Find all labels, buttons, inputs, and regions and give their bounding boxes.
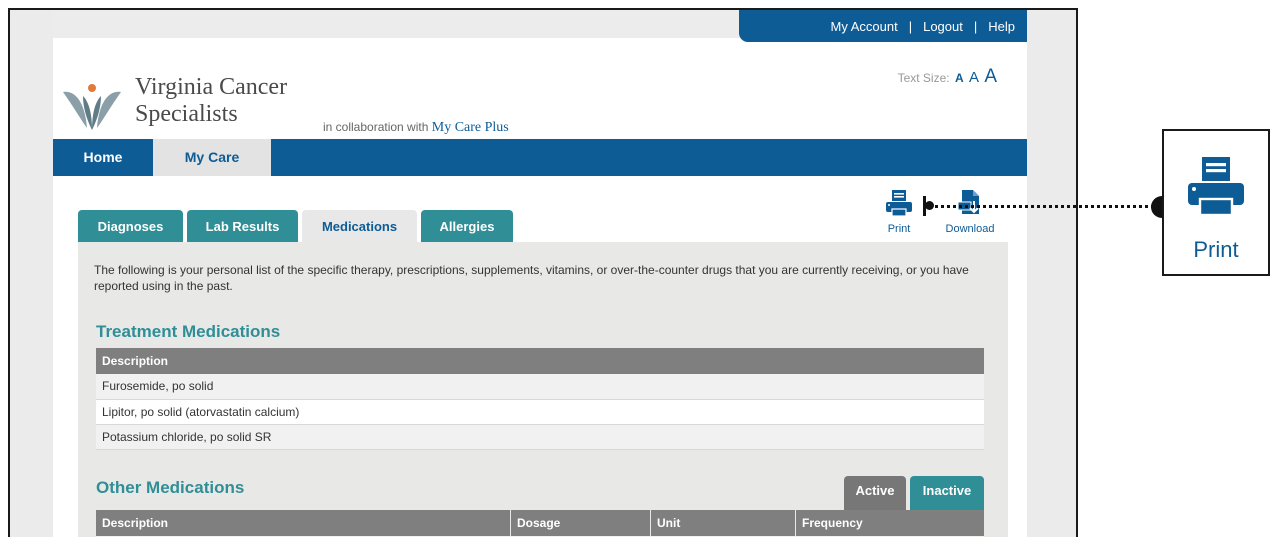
table-cell: Lipitor, po solid (atorvastatin calcium) — [96, 399, 984, 425]
column-header-unit[interactable]: Unit — [651, 510, 796, 536]
collab-brand: My Care Plus — [431, 120, 509, 135]
download-label: Download — [945, 223, 995, 235]
column-header-description[interactable]: Description — [96, 510, 511, 536]
my-account-link[interactable]: My Account — [831, 19, 898, 34]
collaboration-note: in collaboration with My Care Plus — [323, 120, 509, 136]
column-header-dosage[interactable]: Dosage — [511, 510, 651, 536]
table-cell: Furosemide, po solid — [96, 374, 984, 400]
column-header-description[interactable]: Description — [96, 348, 984, 374]
other-medications-table-header: Description Dosage Unit Frequency — [96, 510, 984, 536]
account-bar: My Account | Logout | Help — [739, 10, 1027, 42]
printer-icon — [1188, 157, 1244, 217]
treatment-medications-title: Treatment Medications — [96, 322, 281, 341]
text-size-control: Text Size: A A A — [898, 66, 997, 88]
tab-diagnoses[interactable]: Diagnoses — [78, 210, 183, 242]
tab-allergies[interactable]: Allergies — [421, 210, 513, 242]
screenshot-frame: My Account | Logout | Help Virginia Canc… — [8, 8, 1078, 537]
help-link[interactable]: Help — [988, 19, 1015, 34]
print-button[interactable]: Print — [881, 188, 917, 235]
treatment-medications-table: Description Furosemide, po solid Lipitor… — [96, 348, 984, 450]
nav-home[interactable]: Home — [53, 139, 153, 176]
collab-prefix: in collaboration with — [323, 120, 429, 134]
text-size-small-button[interactable]: A — [955, 71, 964, 85]
download-button[interactable]: Download — [939, 188, 1001, 235]
table-row: Potassium chloride, po solid SR — [96, 424, 984, 450]
account-separator: | — [908, 18, 913, 34]
main-nav: Home My Care — [53, 139, 1027, 176]
tab-medications[interactable]: Medications — [302, 210, 417, 242]
status-tab-inactive[interactable]: Inactive — [910, 476, 984, 510]
logo-text-line2: Specialists — [135, 101, 238, 127]
portal-page: My Account | Logout | Help Virginia Canc… — [53, 10, 1027, 537]
logout-link[interactable]: Logout — [923, 19, 963, 34]
text-size-medium-button[interactable]: A — [969, 69, 979, 86]
logo-text-line1: Virginia Cancer — [135, 74, 288, 100]
callout-leader-line — [930, 205, 1160, 209]
printer-icon — [886, 190, 912, 217]
print-label: Print — [887, 223, 911, 235]
intro-text: The following is your personal list of t… — [94, 263, 969, 293]
table-row: Furosemide, po solid — [96, 374, 984, 400]
callout-label: Print — [1193, 237, 1239, 262]
medications-panel: The following is your personal list of t… — [78, 242, 1008, 537]
download-document-icon — [957, 190, 979, 214]
vcs-leaf-logo-icon — [63, 84, 121, 130]
print-callout: Print — [1162, 129, 1270, 276]
table-cell: Potassium chloride, po solid SR — [96, 424, 984, 450]
text-size-label: Text Size: — [897, 71, 950, 85]
table-row: Lipitor, po solid (atorvastatin calcium) — [96, 399, 984, 425]
status-tab-active[interactable]: Active — [844, 476, 906, 510]
tab-lab-results[interactable]: Lab Results — [187, 210, 298, 242]
nav-my-care[interactable]: My Care — [153, 139, 271, 176]
text-size-large-button[interactable]: A — [984, 66, 997, 87]
account-separator: | — [973, 18, 978, 34]
annotated-screenshot: My Account | Logout | Help Virginia Canc… — [0, 0, 1280, 537]
other-medications-title: Other Medications — [96, 478, 245, 497]
column-header-frequency[interactable]: Frequency — [796, 510, 984, 536]
